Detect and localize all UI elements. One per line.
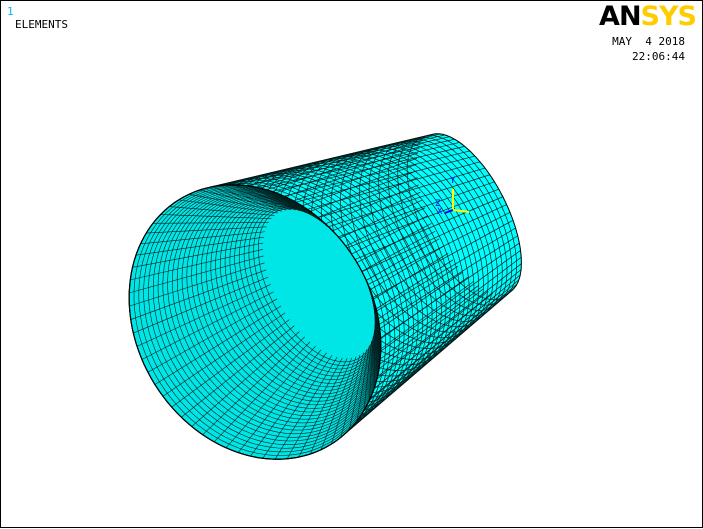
triad-y-label: Y (450, 176, 456, 186)
graphics-window[interactable]: 1 ELEMENTS MAY 4 2018 22:06:44 ANSYS Y X… (0, 0, 703, 528)
model-view[interactable]: Y X Z (1, 1, 703, 529)
triad-z-label: Z (435, 199, 441, 209)
